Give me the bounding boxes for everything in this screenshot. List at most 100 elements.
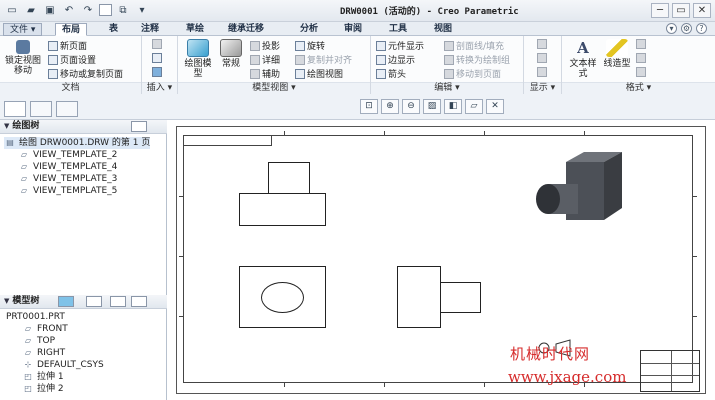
insert-image-button[interactable] xyxy=(152,53,162,63)
drawing-models-button[interactable]: 绘图模型 xyxy=(182,39,214,79)
tab-view[interactable]: 视图 xyxy=(428,23,458,36)
format-btn-3[interactable] xyxy=(636,67,646,77)
drawing-tree-header[interactable]: ▼ 绘图树 xyxy=(0,120,167,134)
favorites-button[interactable] xyxy=(56,101,78,117)
tab-file[interactable]: 文件 ▾ xyxy=(3,23,43,36)
tree-item-view[interactable]: ▱ VIEW_TEMPLATE_2 xyxy=(18,149,117,161)
tree-columns-icon[interactable] xyxy=(110,296,126,307)
section-line-button[interactable]: 剖面线/填充 xyxy=(444,39,504,52)
drawing-view-label: 绘图视图 xyxy=(307,70,344,80)
insert-object-button[interactable] xyxy=(152,67,162,77)
element-display-label: 元件显示 xyxy=(388,42,425,52)
new-page-button[interactable]: 新页面 xyxy=(48,39,87,52)
tree-item-datum[interactable]: ▱ TOP xyxy=(22,335,55,347)
front-view-base[interactable] xyxy=(239,193,326,226)
isometric-view[interactable] xyxy=(526,150,636,230)
rotate-button[interactable]: 旋转 xyxy=(295,39,325,52)
tree-item-datum[interactable]: ▱ FRONT xyxy=(22,323,68,335)
detailed-view-button[interactable]: 详细 xyxy=(250,53,280,66)
tree-settings-icon[interactable] xyxy=(131,121,147,132)
hatch-format-icon xyxy=(636,39,646,49)
display-style-icon[interactable]: ◧ xyxy=(444,99,462,114)
zoom-out-icon[interactable]: ⊖ xyxy=(402,99,420,114)
line-style-button[interactable]: 线造型 xyxy=(602,39,632,69)
move-copy-page-button[interactable]: 移动或复制页面 xyxy=(48,67,123,80)
new-file-icon[interactable]: ▭ xyxy=(4,3,20,18)
tab-table[interactable]: 表 xyxy=(103,23,124,36)
rotate-label: 旋转 xyxy=(307,42,326,52)
zone-tick xyxy=(179,196,183,197)
tree-item-datum[interactable]: ▱ RIGHT xyxy=(22,347,65,359)
element-display-button[interactable]: 元件显示 xyxy=(376,39,424,52)
saved-views-icon[interactable]: ▱ xyxy=(465,99,483,114)
page-setup-button[interactable]: 页面设置 xyxy=(48,53,96,66)
projection-view-button[interactable]: 投影 xyxy=(250,39,280,52)
minimize-button[interactable]: ─ xyxy=(651,3,669,18)
undo-icon[interactable]: ↶ xyxy=(61,3,77,18)
redo-icon[interactable]: ↷ xyxy=(80,3,96,18)
tab-legacy-migration[interactable]: 继承迁移 xyxy=(222,23,270,36)
display-toggle-2[interactable] xyxy=(537,53,547,63)
window-list-icon[interactable]: ▾ xyxy=(666,23,677,34)
help-icon[interactable]: ? xyxy=(696,23,707,34)
graphics-area[interactable] xyxy=(168,120,715,400)
model-tree-header[interactable]: ▼ 模型树 xyxy=(0,295,167,309)
tree-item-part[interactable]: PRT0001.PRT xyxy=(6,311,65,323)
convert-draw-group-button[interactable]: 转换为绘制组 xyxy=(444,53,510,66)
extrude-icon: ◰ xyxy=(24,384,32,393)
front-view-boss[interactable] xyxy=(268,162,310,194)
text-style-button[interactable]: A 文本样式 xyxy=(566,39,600,79)
tab-annotate[interactable]: 注释 xyxy=(135,23,165,36)
windows-icon[interactable]: ⧉ xyxy=(115,3,131,18)
datum-display-icon[interactable]: ✕ xyxy=(486,99,504,114)
lock-view-button[interactable]: 锁定视图移动 xyxy=(3,40,43,76)
line-icon xyxy=(152,39,162,49)
drawing-view-button[interactable]: 绘图视图 xyxy=(295,67,343,80)
tree-item-view[interactable]: ▱ VIEW_TEMPLATE_5 xyxy=(18,185,117,197)
tree-item-feature[interactable]: ◰ 拉伸 1 xyxy=(22,371,63,383)
iso-cylinder-face xyxy=(536,184,560,214)
open-file-icon[interactable]: ▰ xyxy=(23,3,39,18)
tree-filter-icon[interactable] xyxy=(86,296,102,307)
zoom-in-icon[interactable]: ⊕ xyxy=(381,99,399,114)
graphics-toolbar-row: ⊡ ⊕ ⊖ ▨ ◧ ▱ ✕ xyxy=(0,94,715,120)
copy-align-button[interactable]: 复制并对齐 xyxy=(295,53,352,66)
move-to-page-button[interactable]: 移动到页面 xyxy=(444,67,501,80)
side-view-block[interactable] xyxy=(397,266,441,328)
model-display-icon[interactable] xyxy=(58,296,74,307)
format-btn-1[interactable] xyxy=(636,39,646,49)
tree-item-view[interactable]: ▱ VIEW_TEMPLATE_3 xyxy=(18,173,117,185)
display-toggle-1[interactable] xyxy=(537,39,547,49)
tab-layout[interactable]: 布局 xyxy=(55,23,88,36)
format-btn-2[interactable] xyxy=(636,53,646,63)
auxiliary-view-button[interactable]: 辅助 xyxy=(250,67,280,80)
zoom-fit-icon[interactable]: ⊡ xyxy=(360,99,378,114)
save-icon[interactable]: ▣ xyxy=(42,3,58,18)
general-view-button[interactable]: 常规 xyxy=(216,39,246,69)
tree-item-drawing[interactable]: ▤ 绘图 DRW0001.DRW 的第 1 页 xyxy=(4,137,151,149)
tab-analysis[interactable]: 分析 xyxy=(294,23,324,36)
side-view-boss[interactable] xyxy=(440,282,481,313)
tab-review[interactable]: 审阅 xyxy=(338,23,368,36)
tree-item-csys[interactable]: ⊹ DEFAULT_CSYS xyxy=(22,359,104,371)
datum-plane-icon: ▱ xyxy=(24,324,32,333)
tab-sketch[interactable]: 草绘 xyxy=(180,23,210,36)
regenerate-icon[interactable] xyxy=(99,4,112,16)
top-view-hole[interactable] xyxy=(261,282,304,313)
tree-item-feature[interactable]: ◰ 拉伸 2 xyxy=(22,383,63,395)
tree-item-view[interactable]: ▱ VIEW_TEMPLATE_4 xyxy=(18,161,117,173)
tree-tab-button[interactable] xyxy=(4,101,26,117)
insert-line-button[interactable] xyxy=(152,39,162,49)
tab-tools[interactable]: 工具 xyxy=(383,23,413,36)
repaint-icon[interactable]: ▨ xyxy=(423,99,441,114)
display-toggle-3[interactable] xyxy=(537,67,547,77)
close-window-icon[interactable]: ▾ xyxy=(134,3,150,18)
zone-tick xyxy=(384,383,385,387)
edge-display-button[interactable]: 边显示 xyxy=(376,53,415,66)
arrow-button[interactable]: 箭头 xyxy=(376,67,406,80)
close-button[interactable]: ✕ xyxy=(693,3,711,18)
maximize-button[interactable]: ▭ xyxy=(672,3,690,18)
settings-icon[interactable]: ⚙ xyxy=(681,23,692,34)
folder-browser-button[interactable] xyxy=(30,101,52,117)
model-tree-settings-icon[interactable] xyxy=(131,296,147,307)
